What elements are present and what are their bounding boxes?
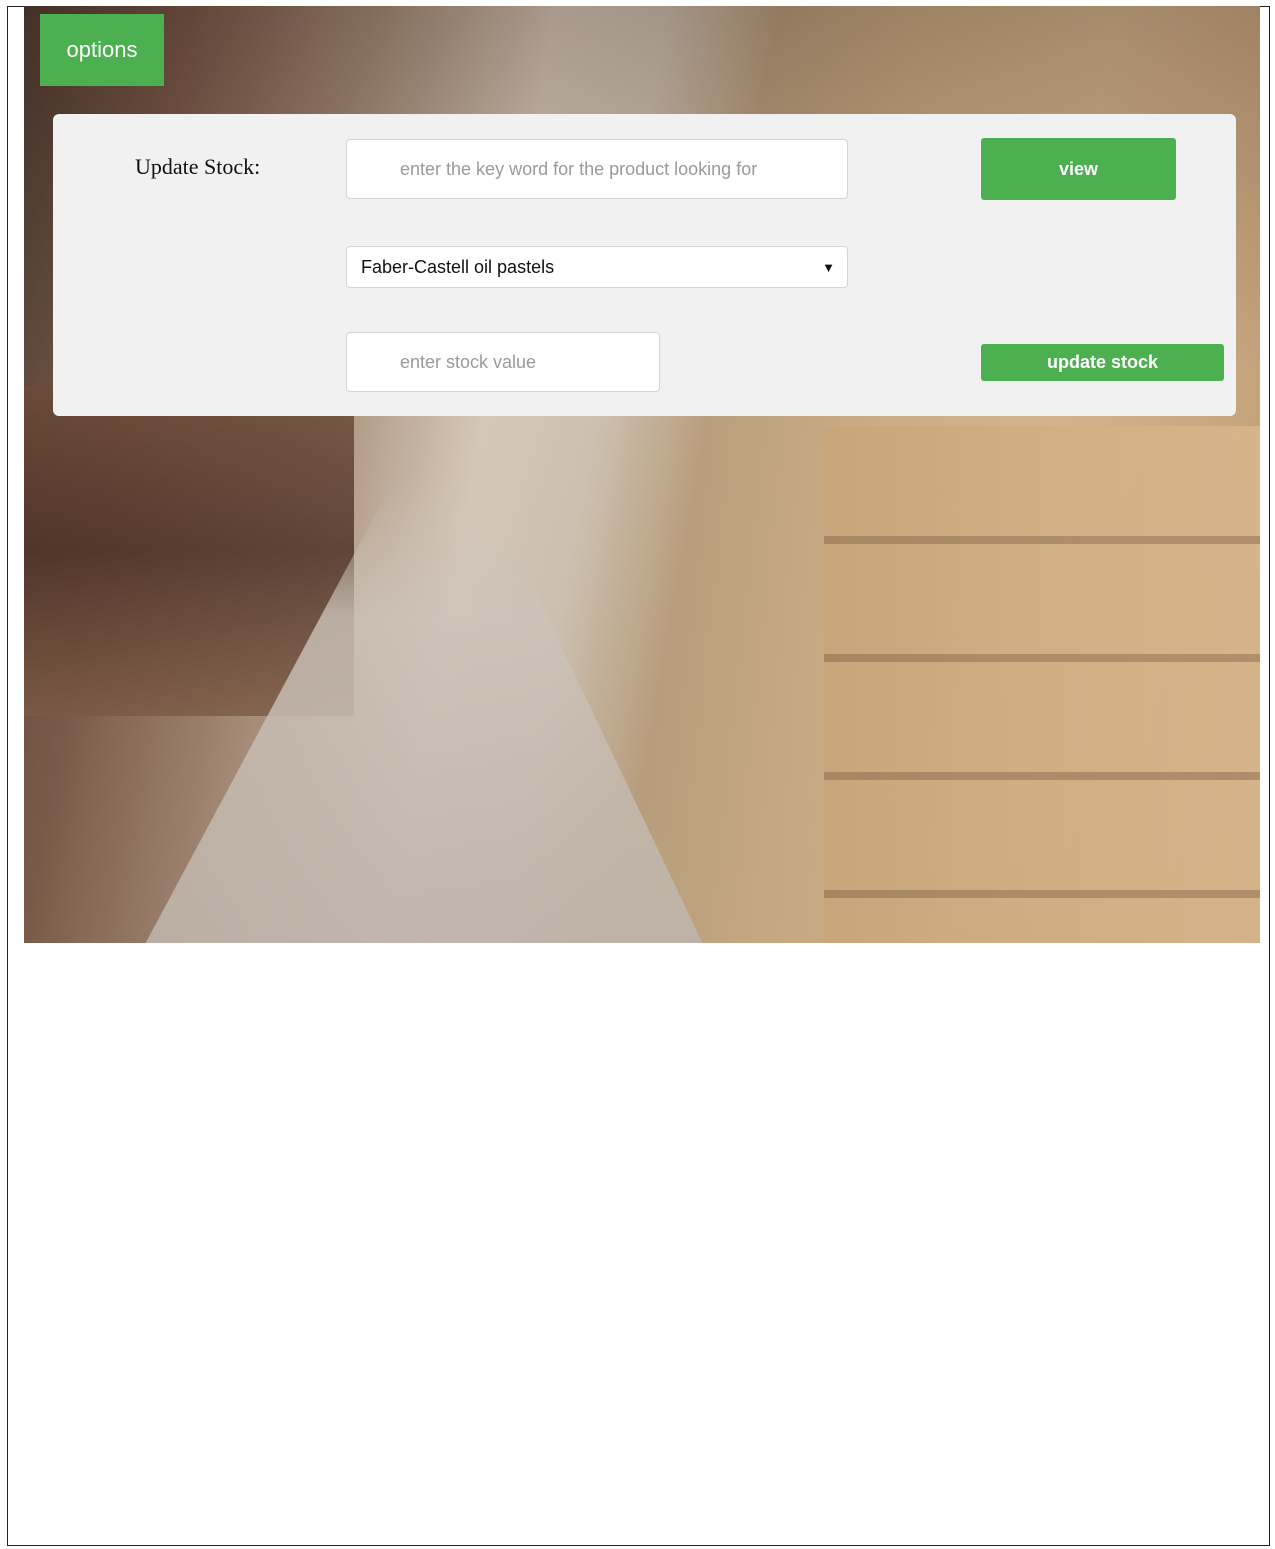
update-stock-label: Update Stock: <box>135 154 261 179</box>
background-boxes <box>824 426 1260 943</box>
options-button[interactable]: options <box>40 14 164 86</box>
keyword-search-input[interactable] <box>346 139 848 199</box>
product-select[interactable]: Faber-Castell oil pastels ▼ <box>346 246 848 288</box>
view-button[interactable]: view <box>981 138 1176 200</box>
update-stock-panel: Update Stock: view Faber-Castell oil pas… <box>53 114 1236 416</box>
update-stock-button[interactable]: update stock <box>981 344 1224 381</box>
stock-value-input[interactable] <box>346 332 660 392</box>
product-select-value: Faber-Castell oil pastels <box>361 256 555 277</box>
chevron-down-icon: ▼ <box>822 259 835 275</box>
